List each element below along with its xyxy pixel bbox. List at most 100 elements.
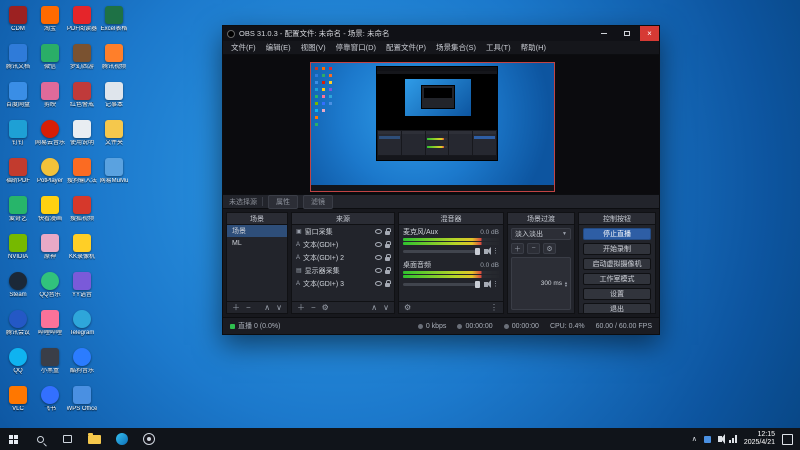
scene-down-button[interactable]: ∨ (276, 303, 282, 312)
transition-duration-field[interactable]: 300 ms ▲ ▼ (511, 257, 571, 310)
desktop-icon[interactable]: 腾讯文档 (2, 42, 34, 80)
scene-item[interactable]: 场景 (227, 225, 287, 237)
desktop-icon[interactable]: NVIDIA (2, 232, 34, 270)
desktop-icon[interactable]: VLC (2, 384, 34, 422)
desktop-icon[interactable]: 网易MuMu (98, 156, 130, 194)
desktop-icon[interactable]: 小黑盒 (34, 346, 66, 384)
desktop-icon[interactable]: 快看漫画 (34, 194, 66, 232)
lock-icon[interactable] (385, 266, 391, 274)
control-button[interactable]: 工作室模式 (583, 273, 651, 285)
desktop-icon[interactable]: 原神 (34, 232, 66, 270)
volume-slider[interactable] (403, 280, 480, 288)
channel-options-icon[interactable]: ⋮ (492, 280, 499, 288)
volume-slider[interactable] (403, 247, 480, 255)
desktop-icon[interactable]: 文件夹 (98, 118, 130, 156)
visibility-icon[interactable] (375, 242, 382, 247)
taskbar-clock[interactable]: 12:15 2025/4/21 (744, 431, 775, 447)
desktop-icon[interactable]: 搜狐视频 (66, 194, 98, 232)
obs-taskbar-button[interactable] (135, 428, 162, 450)
tray-app-icon[interactable] (703, 435, 711, 443)
source-row[interactable]: A 文本(GDI+) 2 (292, 251, 394, 264)
sources-dock-title[interactable]: 来源 (292, 213, 394, 225)
mixer-menu-icon[interactable]: ⋮ (490, 303, 498, 312)
mixer-settings-icon[interactable]: ⚙ (404, 303, 411, 312)
visibility-icon[interactable] (375, 268, 382, 273)
menu-item[interactable]: 工具(T) (481, 42, 516, 53)
edge-button[interactable] (108, 428, 135, 450)
desktop-icon[interactable]: 剪映 (34, 80, 66, 118)
desktop-icon[interactable]: KK录像机 (66, 232, 98, 270)
desktop-icon[interactable]: CDM (2, 4, 34, 42)
screen-capture-source[interactable] (310, 62, 555, 192)
volume-icon[interactable] (717, 434, 725, 444)
desktop-icon[interactable]: 搜狗输入法 (66, 156, 98, 194)
desktop-icon[interactable]: 淘宝 (34, 4, 66, 42)
maximize-button[interactable] (617, 26, 636, 41)
add-transition-button[interactable]: ＋ (511, 243, 524, 254)
desktop-icon[interactable]: 爱奇艺 (2, 194, 34, 232)
channel-options-icon[interactable]: ⋮ (492, 247, 499, 255)
visibility-icon[interactable] (375, 255, 382, 260)
desktop-icon[interactable]: 飞书 (34, 384, 66, 422)
desktop-icon[interactable]: 腾讯视频 (98, 42, 130, 80)
desktop-icon[interactable]: 微信 (34, 42, 66, 80)
minimize-button[interactable] (594, 26, 613, 41)
preview-canvas[interactable] (223, 55, 659, 194)
menu-item[interactable]: 编辑(E) (261, 42, 296, 53)
desktop-icon[interactable]: 百度网盘 (2, 80, 34, 118)
control-button[interactable]: 停止直播 (583, 228, 651, 240)
lock-icon[interactable] (385, 253, 391, 261)
desktop-icon[interactable]: QQ (2, 346, 34, 384)
scene-up-button[interactable]: ∧ (264, 303, 270, 312)
remove-source-button[interactable]: − (311, 303, 316, 312)
control-button[interactable]: 退出 (583, 303, 651, 313)
remove-transition-button[interactable]: − (527, 243, 540, 254)
menu-item[interactable]: 文件(F) (226, 42, 261, 53)
slider-handle[interactable] (475, 280, 480, 288)
desktop-icon[interactable]: PotPlayer (34, 156, 66, 194)
source-properties-button[interactable]: ⚙ (322, 303, 329, 312)
search-button[interactable] (27, 428, 54, 450)
close-button[interactable]: × (640, 26, 659, 41)
task-view-button[interactable] (54, 428, 81, 450)
control-button[interactable]: 设置 (583, 288, 651, 300)
desktop-icon[interactable]: WPS Office (66, 384, 98, 422)
source-row[interactable]: A 文本(GDI+) 3 (292, 277, 394, 290)
desktop-icon[interactable]: 红色警戒 (66, 80, 98, 118)
scene-item[interactable]: ML (227, 237, 287, 249)
file-explorer-button[interactable] (81, 428, 108, 450)
lock-icon[interactable] (385, 227, 391, 235)
tray-expand-button[interactable]: ∧ (692, 435, 697, 443)
slider-handle[interactable] (475, 247, 480, 255)
menu-item[interactable]: 场景集合(S) (431, 42, 481, 53)
visibility-icon[interactable] (375, 229, 382, 234)
mute-speaker-icon[interactable] (484, 279, 491, 288)
desktop-icon[interactable]: 哔哩哔哩 (34, 308, 66, 346)
lock-icon[interactable] (385, 240, 391, 248)
network-icon[interactable] (728, 435, 737, 443)
source-row[interactable]: ▣ 窗口采集 (292, 225, 394, 238)
action-center-icon[interactable] (782, 433, 793, 445)
source-down-button[interactable]: ∨ (383, 303, 389, 312)
mixer-dock-title[interactable]: 混音器 (399, 213, 503, 225)
desktop-icon[interactable]: 福昕PDF (2, 156, 34, 194)
transitions-dock-title[interactable]: 场景过渡 (508, 213, 574, 225)
visibility-icon[interactable] (375, 281, 382, 286)
desktop-icon[interactable]: 钉钉 (2, 118, 34, 156)
menu-item[interactable]: 停靠窗口(D) (331, 42, 381, 53)
desktop-icon[interactable]: 腾讯会议 (2, 308, 34, 346)
properties-button[interactable]: 属性 (268, 194, 298, 209)
control-button[interactable]: 启动虚拟摄像机 (583, 258, 651, 270)
desktop-icon[interactable]: 记事本 (98, 80, 130, 118)
spinner-arrows[interactable]: ▲ ▼ (564, 280, 568, 287)
control-button[interactable]: 开始录制 (583, 243, 651, 255)
menu-item[interactable]: 帮助(H) (516, 42, 551, 53)
desktop-icon[interactable]: Excel表格 (98, 4, 130, 42)
filters-button[interactable]: 滤镜 (303, 194, 333, 209)
desktop-icon[interactable]: YY语音 (66, 270, 98, 308)
desktop-icon[interactable]: 梦幻西游 (66, 42, 98, 80)
desktop-icon[interactable]: QQ音乐 (34, 270, 66, 308)
desktop-icon[interactable]: 酷狗音乐 (66, 346, 98, 384)
source-row[interactable]: ▤ 显示器采集 (292, 264, 394, 277)
source-row[interactable]: A 文本(GDI+) (292, 238, 394, 251)
